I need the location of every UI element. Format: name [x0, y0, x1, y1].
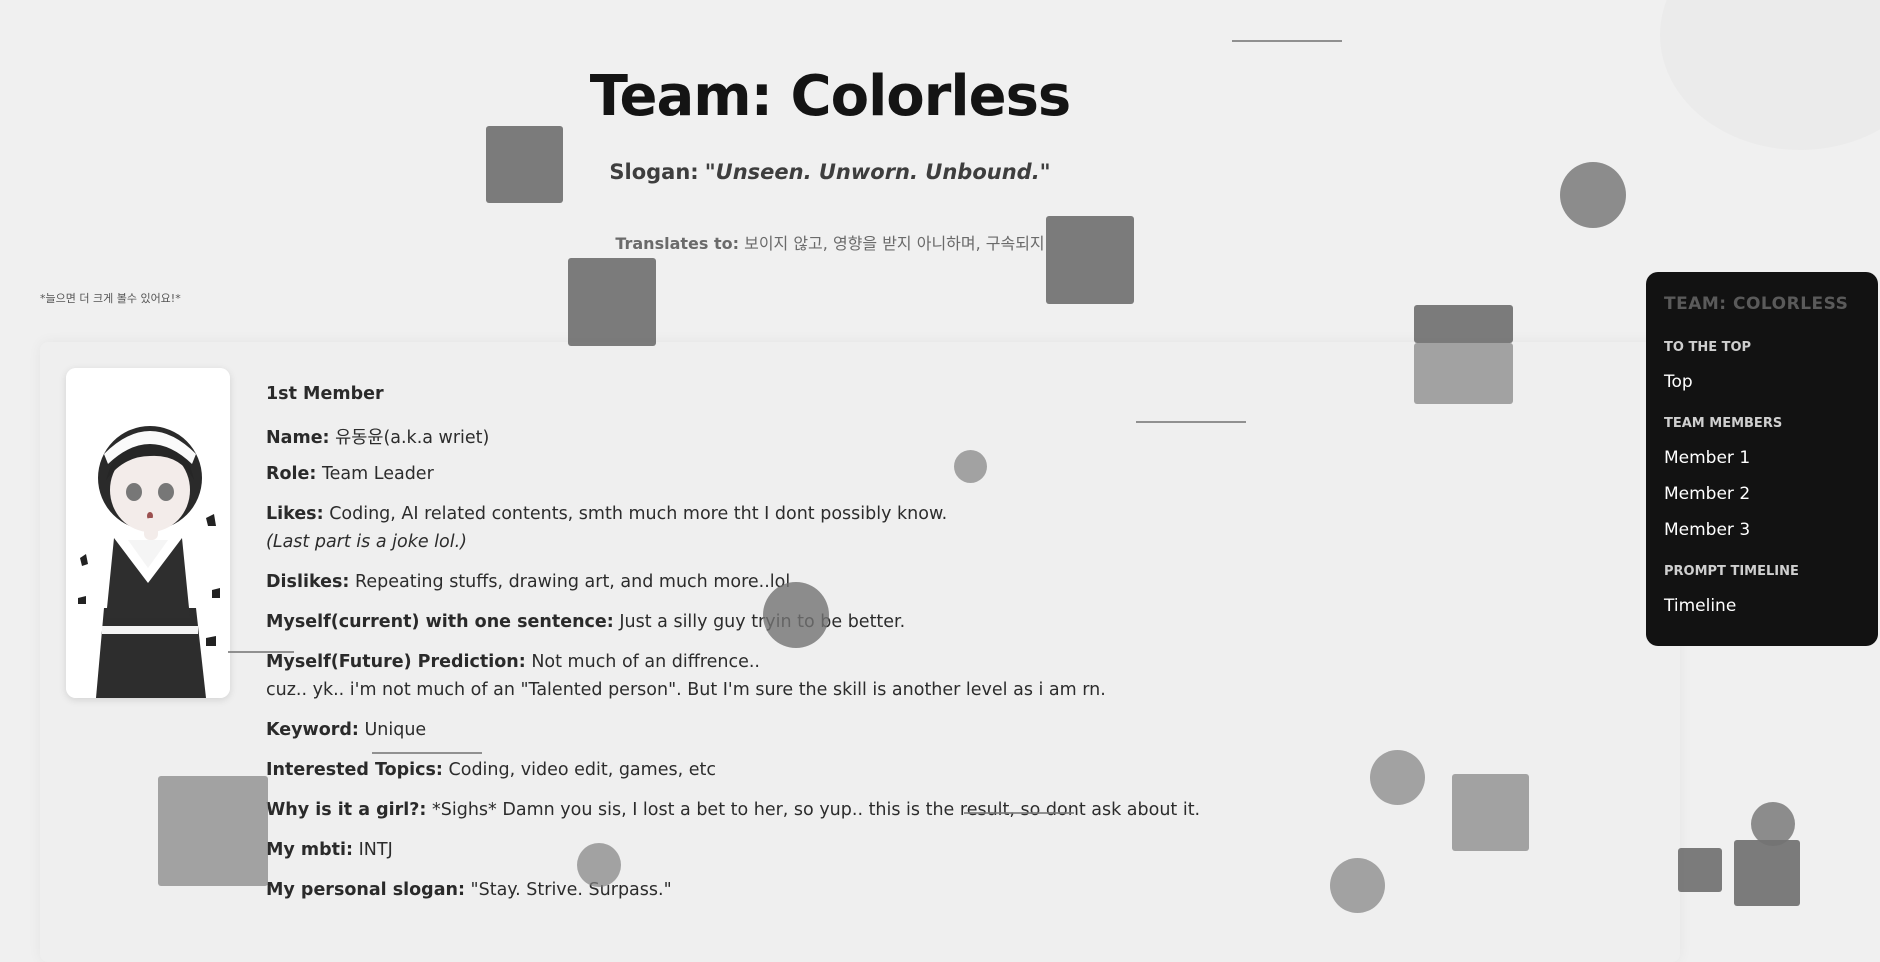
- likes-note: (Last part is a joke lol.): [266, 532, 467, 552]
- keyword-label: Keyword:: [266, 720, 359, 740]
- keyword-value: Unique: [364, 720, 427, 740]
- floating-line: [964, 812, 1074, 814]
- floating-square: [486, 126, 563, 203]
- member-likes: Likes: Coding, AI related contents, smth…: [266, 504, 947, 524]
- page-title: Team: Colorless: [589, 64, 1071, 129]
- nav-title: TEAM: COLORLESS: [1664, 294, 1849, 314]
- nav-link-member-2[interactable]: Member 2: [1664, 484, 1750, 504]
- floating-line: [1232, 40, 1342, 42]
- nav-link-member-1[interactable]: Member 1: [1664, 448, 1750, 468]
- personal-slogan-label: My personal slogan:: [266, 880, 465, 900]
- mbti-label: My mbti:: [266, 840, 354, 860]
- role-value: Team Leader: [321, 464, 434, 484]
- nav-section-timeline: PROMPT TIMELINE: [1664, 564, 1799, 579]
- dislikes-value: Repeating stuffs, drawing art, and much …: [354, 572, 791, 592]
- avatar-illustration: [66, 368, 230, 698]
- future-label: Myself(Future) Prediction:: [266, 652, 526, 672]
- translates-label: Translates to:: [615, 234, 739, 253]
- floating-circle: [1330, 858, 1385, 913]
- slogan-translation: Translates to: 보이지 않고, 영향을 받지 아니하며, 구속되지: [0, 230, 1660, 254]
- floating-circle: [763, 582, 829, 648]
- likes-value: Coding, AI related contents, smth much m…: [329, 504, 948, 524]
- floating-square: [158, 776, 268, 886]
- slogan-text: "Unseen. Unworn. Unbound.": [704, 160, 1051, 184]
- future-line2: cuz.. yk.. i'm not much of an "Talented …: [266, 680, 1106, 700]
- topics-value: Coding, video edit, games, etc: [448, 760, 716, 780]
- slogan-label: Slogan:: [609, 160, 699, 184]
- floating-line: [1136, 421, 1246, 423]
- nav-link-member-3[interactable]: Member 3: [1664, 520, 1750, 540]
- nav-section-top: TO THE TOP: [1664, 340, 1752, 355]
- name-label: Name:: [266, 428, 330, 448]
- girl-label: Why is it a girl?:: [266, 800, 427, 820]
- zoom-note: *늘으면 더 크게 볼수 있어요!*: [40, 292, 181, 305]
- member-role: Role: Team Leader: [266, 464, 434, 484]
- floating-square: [1452, 774, 1529, 851]
- side-navigation: TEAM: COLORLESS TO THE TOP Top TEAM MEMB…: [1646, 272, 1878, 646]
- floating-square: [1414, 343, 1513, 404]
- dislikes-label: Dislikes:: [266, 572, 350, 592]
- floating-circle: [577, 843, 621, 887]
- name-value: 유동윤(a.k.a wriet): [335, 428, 490, 448]
- corner-decoration: [1660, 0, 1880, 150]
- nav-link-top[interactable]: Top: [1664, 372, 1693, 392]
- member-keyword: Keyword: Unique: [266, 720, 426, 740]
- floating-square: [1734, 840, 1800, 906]
- nav-section-members: TEAM MEMBERS: [1664, 416, 1783, 431]
- future-value: Not much of an diffrence..: [531, 652, 760, 672]
- member-future: Myself(Future) Prediction: Not much of a…: [266, 652, 760, 672]
- mbti-value: INTJ: [358, 840, 393, 860]
- floating-square: [1414, 305, 1513, 343]
- translates-text: 보이지 않고, 영향을 받지 아니하며, 구속되지: [744, 234, 1045, 253]
- member-topics: Interested Topics: Coding, video edit, g…: [266, 760, 716, 780]
- floating-circle: [1370, 750, 1425, 805]
- personal-slogan-value: "Stay. Strive. Surpass.": [470, 880, 672, 900]
- floating-line: [372, 752, 482, 754]
- likes-note-text: (Last part is a joke lol.): [266, 532, 467, 552]
- floating-circle: [1560, 162, 1626, 228]
- likes-label: Likes:: [266, 504, 324, 524]
- member-heading: 1st Member: [266, 384, 384, 404]
- nav-link-timeline[interactable]: Timeline: [1664, 596, 1736, 616]
- floating-square: [568, 258, 656, 346]
- role-label: Role:: [266, 464, 317, 484]
- member-girl-reason: Why is it a girl?: *Sighs* Damn you sis,…: [266, 800, 1200, 820]
- floating-square: [1046, 216, 1134, 304]
- member-avatar: [66, 368, 230, 698]
- floating-square: [1678, 848, 1722, 892]
- floating-line: [228, 651, 294, 653]
- current-label: Myself(current) with one sentence:: [266, 612, 614, 632]
- member-dislikes: Dislikes: Repeating stuffs, drawing art,…: [266, 572, 790, 592]
- member-mbti: My mbti: INTJ: [266, 840, 393, 860]
- topics-label: Interested Topics:: [266, 760, 443, 780]
- member-name: Name: 유동윤(a.k.a wriet): [266, 424, 489, 449]
- floating-circle: [954, 450, 987, 483]
- team-slogan: Slogan: "Unseen. Unworn. Unbound.": [0, 160, 1660, 184]
- floating-circle: [1751, 802, 1795, 846]
- girl-value: *Sighs* Damn you sis, I lost a bet to he…: [432, 800, 1201, 820]
